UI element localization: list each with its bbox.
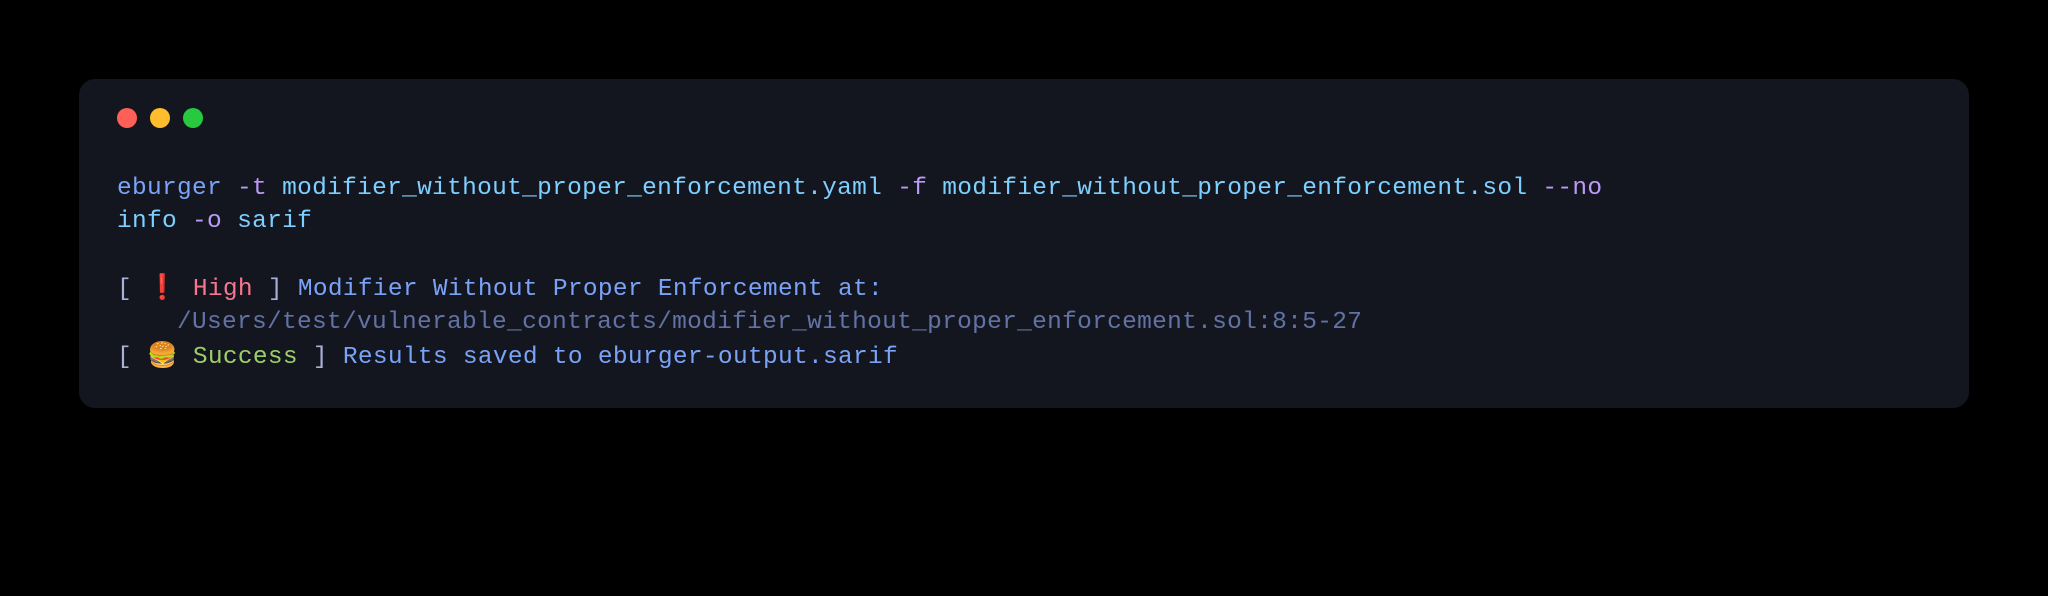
flag-no: --no <box>1542 175 1602 202</box>
severity-label: High <box>178 276 253 303</box>
alert-icon: ❗ <box>147 274 178 301</box>
burger-icon: 🍔 <box>147 342 178 369</box>
bracket-close: ] <box>253 276 283 303</box>
terminal-window: eburger -t modifier_without_proper_enfor… <box>79 79 1969 408</box>
success-message: Results saved to eburger-output.sarif <box>328 344 898 371</box>
bracket-open: [ <box>117 276 147 303</box>
success-line: [ 🍔 Success ] Results saved to eburger-o… <box>117 339 1931 374</box>
command-line-1: eburger -t modifier_without_proper_enfor… <box>117 172 1931 205</box>
arg-file: modifier_without_proper_enforcement.sol <box>942 175 1527 202</box>
terminal-content[interactable]: eburger -t modifier_without_proper_enfor… <box>117 172 1931 374</box>
bracket-open: [ <box>117 344 147 371</box>
flag-t: -t <box>237 175 267 202</box>
minimize-button[interactable] <box>150 108 170 128</box>
flag-f: -f <box>897 175 927 202</box>
finding-title: Modifier Without Proper Enforcement at: <box>283 276 883 303</box>
finding-line: [ ❗ High ] Modifier Without Proper Enfor… <box>117 271 1931 306</box>
command-program: eburger <box>117 175 222 202</box>
arg-template: modifier_without_proper_enforcement.yaml <box>282 175 882 202</box>
finding-path: /Users/test/vulnerable_contracts/modifie… <box>117 309 1362 336</box>
arg-info: info <box>117 208 177 235</box>
close-button[interactable] <box>117 108 137 128</box>
command-line-2: info -o sarif <box>117 205 1931 238</box>
flag-o: -o <box>192 208 222 235</box>
bracket-close: ] <box>298 344 328 371</box>
arg-output: sarif <box>237 208 312 235</box>
blank-line <box>117 238 1931 271</box>
window-title-bar <box>117 108 1931 128</box>
maximize-button[interactable] <box>183 108 203 128</box>
success-label: Success <box>178 344 298 371</box>
finding-path-line: /Users/test/vulnerable_contracts/modifie… <box>117 306 1931 339</box>
